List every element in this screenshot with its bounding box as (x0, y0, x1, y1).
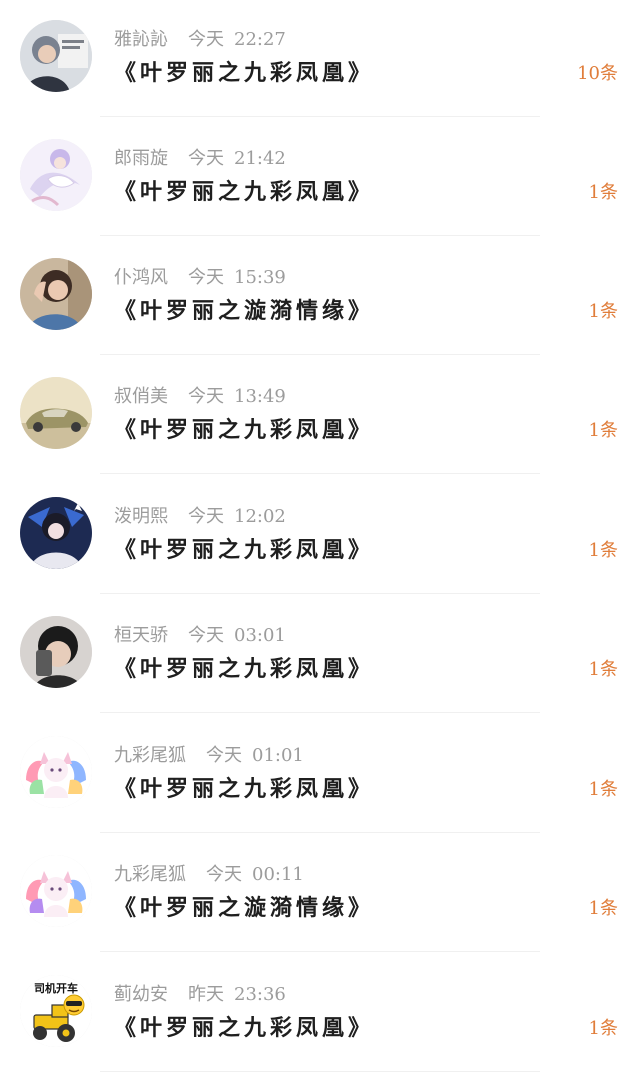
list-item[interactable]: 九彩尾狐 今天 00:11 《叶罗丽之漩漪情缘》 1条 (0, 835, 640, 955)
message-count-badge: 1条 (588, 779, 618, 800)
message-time: 21:42 (234, 148, 286, 169)
sender-name: 九彩尾狐 (114, 864, 186, 885)
message-title: 《叶罗丽之九彩凤凰》 (114, 656, 375, 682)
message-time: 00:11 (252, 864, 304, 885)
message-title: 《叶罗丽之漩漪情缘》 (114, 895, 375, 921)
row-divider (100, 712, 540, 713)
row-divider (100, 354, 540, 355)
message-meta: 九彩尾狐 今天 00:11 (114, 861, 304, 889)
row-divider (100, 235, 540, 236)
sender-name: 九彩尾狐 (114, 745, 186, 766)
message-count-badge: 1条 (588, 659, 618, 680)
message-time: 15:39 (234, 267, 286, 288)
message-title: 《叶罗丽之九彩凤凰》 (114, 417, 375, 443)
message-meta: 仆鸿风 今天 15:39 (114, 264, 286, 292)
sender-name: 仆鸿风 (114, 267, 168, 288)
message-meta: 九彩尾狐 今天 01:01 (114, 742, 304, 770)
message-title: 《叶罗丽之漩漪情缘》 (114, 298, 375, 324)
row-divider (100, 116, 540, 117)
row-divider (100, 832, 540, 833)
row-divider (100, 951, 540, 952)
list-item[interactable]: 叔俏美 今天 13:49 《叶罗丽之九彩凤凰》 1条 (0, 357, 640, 477)
row-divider (100, 1071, 540, 1072)
avatar-caption: 司机开车 (34, 981, 78, 995)
message-count-badge: 1条 (588, 301, 618, 322)
girl-portrait-avatar[interactable] (20, 258, 92, 330)
conversation-list: 雅訫訫 今天 22:27 《叶罗丽之九彩凤凰》 10条 郎雨旋 今天 21:42 《叶罗… (0, 0, 640, 1074)
message-day: 今天 (188, 267, 224, 288)
message-day: 今天 (206, 745, 242, 766)
message-count-badge: 1条 (588, 540, 618, 561)
message-count-badge: 1条 (588, 420, 618, 441)
message-count-badge: 1条 (588, 1018, 618, 1039)
message-meta: 蓟幼安 昨天 23:36 (114, 981, 286, 1009)
message-meta: 叔俏美 今天 13:49 (114, 383, 286, 411)
message-title: 《叶罗丽之九彩凤凰》 (114, 776, 375, 802)
row-divider (100, 473, 540, 474)
message-title: 《叶罗丽之九彩凤凰》 (114, 1015, 375, 1041)
message-day: 今天 (188, 29, 224, 50)
sender-name: 叔俏美 (114, 386, 168, 407)
message-time: 22:27 (234, 29, 286, 50)
sender-name: 桓天骄 (114, 625, 168, 646)
sender-name: 郎雨旋 (114, 148, 168, 169)
message-meta: 郎雨旋 今天 21:42 (114, 145, 286, 173)
anime-character-avatar[interactable] (20, 497, 92, 569)
message-day: 今天 (206, 864, 242, 885)
row-divider (100, 593, 540, 594)
sender-name: 雅訫訫 (114, 29, 168, 50)
rainbow-fox-avatar[interactable] (20, 736, 92, 808)
rainbow-fox-avatar[interactable] (20, 855, 92, 927)
message-meta: 泼明熙 今天 12:02 (114, 503, 286, 531)
message-title: 《叶罗丽之九彩凤凰》 (114, 537, 375, 563)
message-time: 12:02 (234, 506, 286, 527)
message-day: 今天 (188, 386, 224, 407)
tractor-emoji-avatar[interactable]: 司机开车 (20, 975, 92, 1047)
anime-fairy-avatar[interactable] (20, 139, 92, 211)
message-count-badge: 1条 (588, 898, 618, 919)
sender-name: 泼明熙 (114, 506, 168, 527)
message-time: 13:49 (234, 386, 286, 407)
list-item[interactable]: 九彩尾狐 今天 01:01 《叶罗丽之九彩凤凰》 1条 (0, 716, 640, 836)
message-time: 01:01 (252, 745, 304, 766)
car-avatar[interactable] (20, 377, 92, 449)
boy-selfie-avatar[interactable] (20, 616, 92, 688)
list-item[interactable]: 桓天骄 今天 03:01 《叶罗丽之九彩凤凰》 1条 (0, 596, 640, 716)
message-day: 今天 (188, 148, 224, 169)
sender-name: 蓟幼安 (114, 984, 168, 1005)
message-title: 《叶罗丽之九彩凤凰》 (114, 60, 375, 86)
message-day: 昨天 (188, 984, 224, 1005)
list-item[interactable]: 司机开车 蓟幼安 昨天 23:36 《叶罗丽之九彩凤凰》 1条 (0, 955, 640, 1075)
list-item[interactable]: 仆鸿风 今天 15:39 《叶罗丽之漩漪情缘》 1条 (0, 238, 640, 358)
message-count-badge: 1条 (588, 182, 618, 203)
list-item[interactable]: 郎雨旋 今天 21:42 《叶罗丽之九彩凤凰》 1条 (0, 119, 640, 239)
message-day: 今天 (188, 506, 224, 527)
message-meta: 雅訫訫 今天 22:27 (114, 26, 286, 54)
message-day: 今天 (188, 625, 224, 646)
message-title: 《叶罗丽之九彩凤凰》 (114, 179, 375, 205)
message-time: 03:01 (234, 625, 286, 646)
girl-photo-avatar[interactable] (20, 20, 92, 92)
message-meta: 桓天骄 今天 03:01 (114, 622, 286, 650)
list-item[interactable]: 泼明熙 今天 12:02 《叶罗丽之九彩凤凰》 1条 (0, 477, 640, 597)
list-item[interactable]: 雅訫訫 今天 22:27 《叶罗丽之九彩凤凰》 10条 (0, 0, 640, 120)
message-count-badge: 10条 (577, 63, 618, 84)
message-time: 23:36 (234, 984, 286, 1005)
